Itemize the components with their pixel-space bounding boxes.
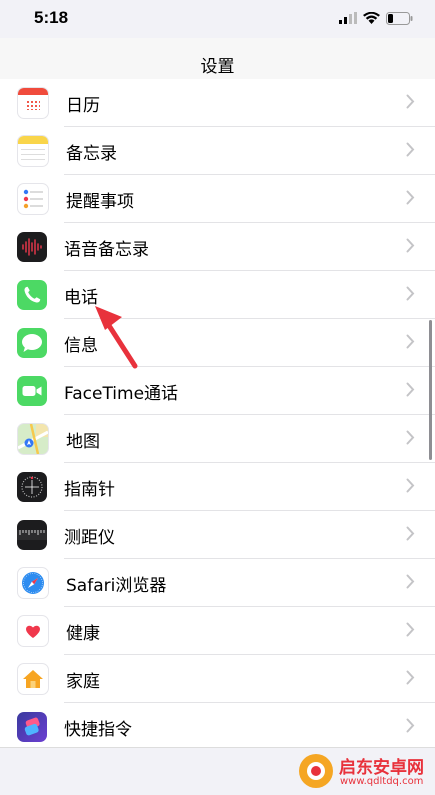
settings-item-phone[interactable]: 电话 [0,271,435,319]
health-icon [17,615,49,647]
chevron-right-icon [406,622,415,637]
settings-item-label: 信息 [64,335,98,356]
settings-item-measure[interactable]: 测距仪 [0,511,435,559]
settings-item-safari[interactable]: Safari浏览器 [0,559,435,607]
settings-item-label: 日历 [66,95,100,116]
shortcuts-icon [17,712,47,742]
chevron-right-icon [406,478,415,493]
settings-item-messages[interactable]: 信息 [0,319,435,367]
settings-item-label: 指南针 [64,479,115,500]
cellular-signal-icon [339,12,357,24]
settings-item-label: 电话 [64,287,98,308]
voice-memos-icon [17,232,47,262]
settings-item-reminders[interactable]: 提醒事项 [0,175,435,223]
status-bar: 5:18 [0,0,435,38]
settings-item-facetime[interactable]: FaceTime通话 [0,367,435,415]
messages-icon [17,328,47,358]
settings-item-label: 健康 [66,623,100,644]
facetime-icon [17,376,47,406]
settings-item-maps[interactable]: 地图 [0,415,435,463]
settings-item-compass[interactable]: 指南针 [0,463,435,511]
watermark: 启东安卓网 www.qdltdq.com [297,752,427,790]
maps-icon [17,423,49,455]
phone-icon [17,280,47,310]
notes-icon [17,135,49,167]
settings-item-label: 快捷指令 [64,719,132,740]
settings-item-label: 测距仪 [64,527,115,548]
wifi-icon [363,12,380,24]
settings-item-label: 备忘录 [66,143,117,164]
settings-item-notes[interactable]: 备忘录 [0,127,435,175]
home-icon [17,663,49,695]
status-icons [339,10,413,26]
scrollbar[interactable] [429,320,432,460]
settings-item-health[interactable]: 健康 [0,607,435,655]
watermark-name: 启东安卓网 [339,758,424,778]
battery-icon [386,11,413,25]
chevron-right-icon [406,94,415,109]
status-time: 5:18 [34,8,69,27]
compass-icon [17,472,47,502]
settings-item-label: 地图 [66,431,100,452]
chevron-right-icon [406,190,415,205]
settings-list: 日历 备忘录 提醒事项 语音备忘录 电话 信息 FaceTime通话 地图 指南… [0,79,435,751]
watermark-url: www.qdltdq.com [340,776,424,787]
settings-item-home[interactable]: 家庭 [0,655,435,703]
chevron-right-icon [406,238,415,253]
chevron-right-icon [406,430,415,445]
safari-icon [17,567,49,599]
chevron-right-icon [406,670,415,685]
measure-icon [17,520,47,550]
settings-item-shortcuts[interactable]: 快捷指令 [0,703,435,751]
settings-item-label: 提醒事项 [66,191,134,212]
settings-item-label: 家庭 [66,671,100,692]
chevron-right-icon [406,382,415,397]
settings-item-label: 语音备忘录 [64,239,149,260]
settings-item-calendar[interactable]: 日历 [0,79,435,127]
settings-item-label: FaceTime通话 [64,383,179,404]
reminders-icon [17,183,49,215]
chevron-right-icon [406,142,415,157]
settings-item-label: Safari浏览器 [66,575,167,596]
watermark-logo-icon [299,754,333,788]
chevron-right-icon [406,286,415,301]
calendar-icon [17,87,49,119]
chevron-right-icon [406,334,415,349]
settings-item-voice-memos[interactable]: 语音备忘录 [0,223,435,271]
chevron-right-icon [406,526,415,541]
chevron-right-icon [406,718,415,733]
page-title: 设置 [200,57,235,77]
chevron-right-icon [406,574,415,589]
